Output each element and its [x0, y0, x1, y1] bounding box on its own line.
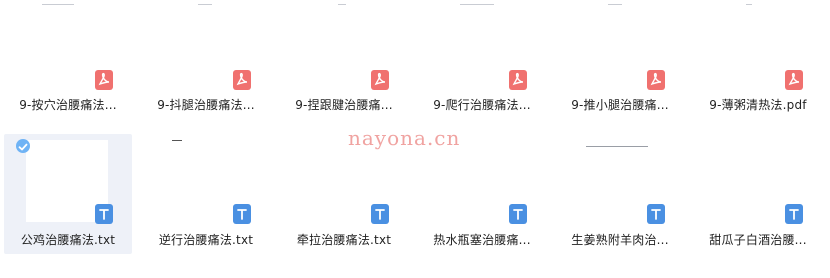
txt-file-icon	[647, 204, 665, 224]
file-name: 9-薄粥清热法.pdf	[709, 98, 807, 112]
thumbnail-text-line	[608, 4, 622, 5]
file-name: 9-按穴治腰痛法...	[19, 98, 117, 112]
txt-file-icon	[95, 204, 113, 224]
file-tile[interactable]: 9-推小腿治腰痛...	[556, 0, 684, 120]
pdf-file-icon	[509, 70, 527, 90]
file-name: 热水瓶塞治腰痛...	[433, 233, 531, 247]
file-tile[interactable]: 热水瓶塞治腰痛...	[418, 134, 546, 254]
file-tile[interactable]: 逆行治腰痛法.txt	[142, 134, 270, 254]
file-name: 公鸡治腰痛法.txt	[20, 233, 116, 247]
file-thumbnail	[580, 0, 660, 72]
pdf-file-icon	[371, 70, 389, 90]
file-tile[interactable]: 9-捏跟腱治腰痛...	[280, 0, 408, 120]
file-tile-selected[interactable]: 公鸡治腰痛法.txt	[4, 134, 132, 254]
file-name: 牵拉治腰痛法.txt	[296, 233, 392, 247]
file-name: 9-爬行治腰痛法...	[433, 98, 531, 112]
file-name: 甜瓜子白酒治腰...	[709, 233, 807, 247]
thumbnail-text-line	[338, 4, 346, 5]
pdf-file-icon	[647, 70, 665, 90]
pdf-file-icon	[95, 70, 113, 90]
file-tile[interactable]: 甜瓜子白酒治腰...	[694, 134, 822, 254]
watermark-text: nayona.cn	[348, 126, 461, 150]
file-name: 9-捏跟腱治腰痛...	[295, 98, 393, 112]
check-circle-icon[interactable]	[16, 139, 30, 153]
thumbnail-text-line	[586, 146, 648, 147]
pdf-file-icon	[785, 70, 803, 90]
file-name: 9-抖腿治腰痛法...	[157, 98, 255, 112]
thumbnail-text-line	[172, 140, 182, 141]
file-tile[interactable]: 9-爬行治腰痛法...	[418, 0, 546, 120]
file-thumbnail	[442, 0, 522, 72]
thumbnail-text-line	[42, 4, 74, 5]
thumbnail-text-line	[198, 4, 212, 5]
file-tile[interactable]: 牵拉治腰痛法.txt	[280, 134, 408, 254]
thumbnail-text-line	[460, 4, 494, 5]
txt-file-icon	[509, 204, 527, 224]
file-name: 9-推小腿治腰痛...	[571, 98, 669, 112]
file-name: 逆行治腰痛法.txt	[158, 233, 254, 247]
pdf-file-icon	[233, 70, 251, 90]
file-thumbnail	[718, 0, 798, 72]
file-thumbnail	[166, 0, 246, 72]
file-tile[interactable]: 9-按穴治腰痛法...	[4, 0, 132, 120]
file-name: 生姜熟附羊肉治...	[571, 233, 669, 247]
thumbnail-text-line	[746, 4, 752, 5]
txt-file-icon	[233, 204, 251, 224]
file-tile[interactable]: 9-抖腿治腰痛法...	[142, 0, 270, 120]
txt-file-icon	[785, 204, 803, 224]
file-tile[interactable]: 9-薄粥清热法.pdf	[694, 0, 822, 120]
file-thumbnail	[304, 0, 384, 72]
txt-file-icon	[371, 204, 389, 224]
file-tile[interactable]: 生姜熟附羊肉治...	[556, 134, 684, 254]
file-thumbnail	[28, 0, 108, 72]
